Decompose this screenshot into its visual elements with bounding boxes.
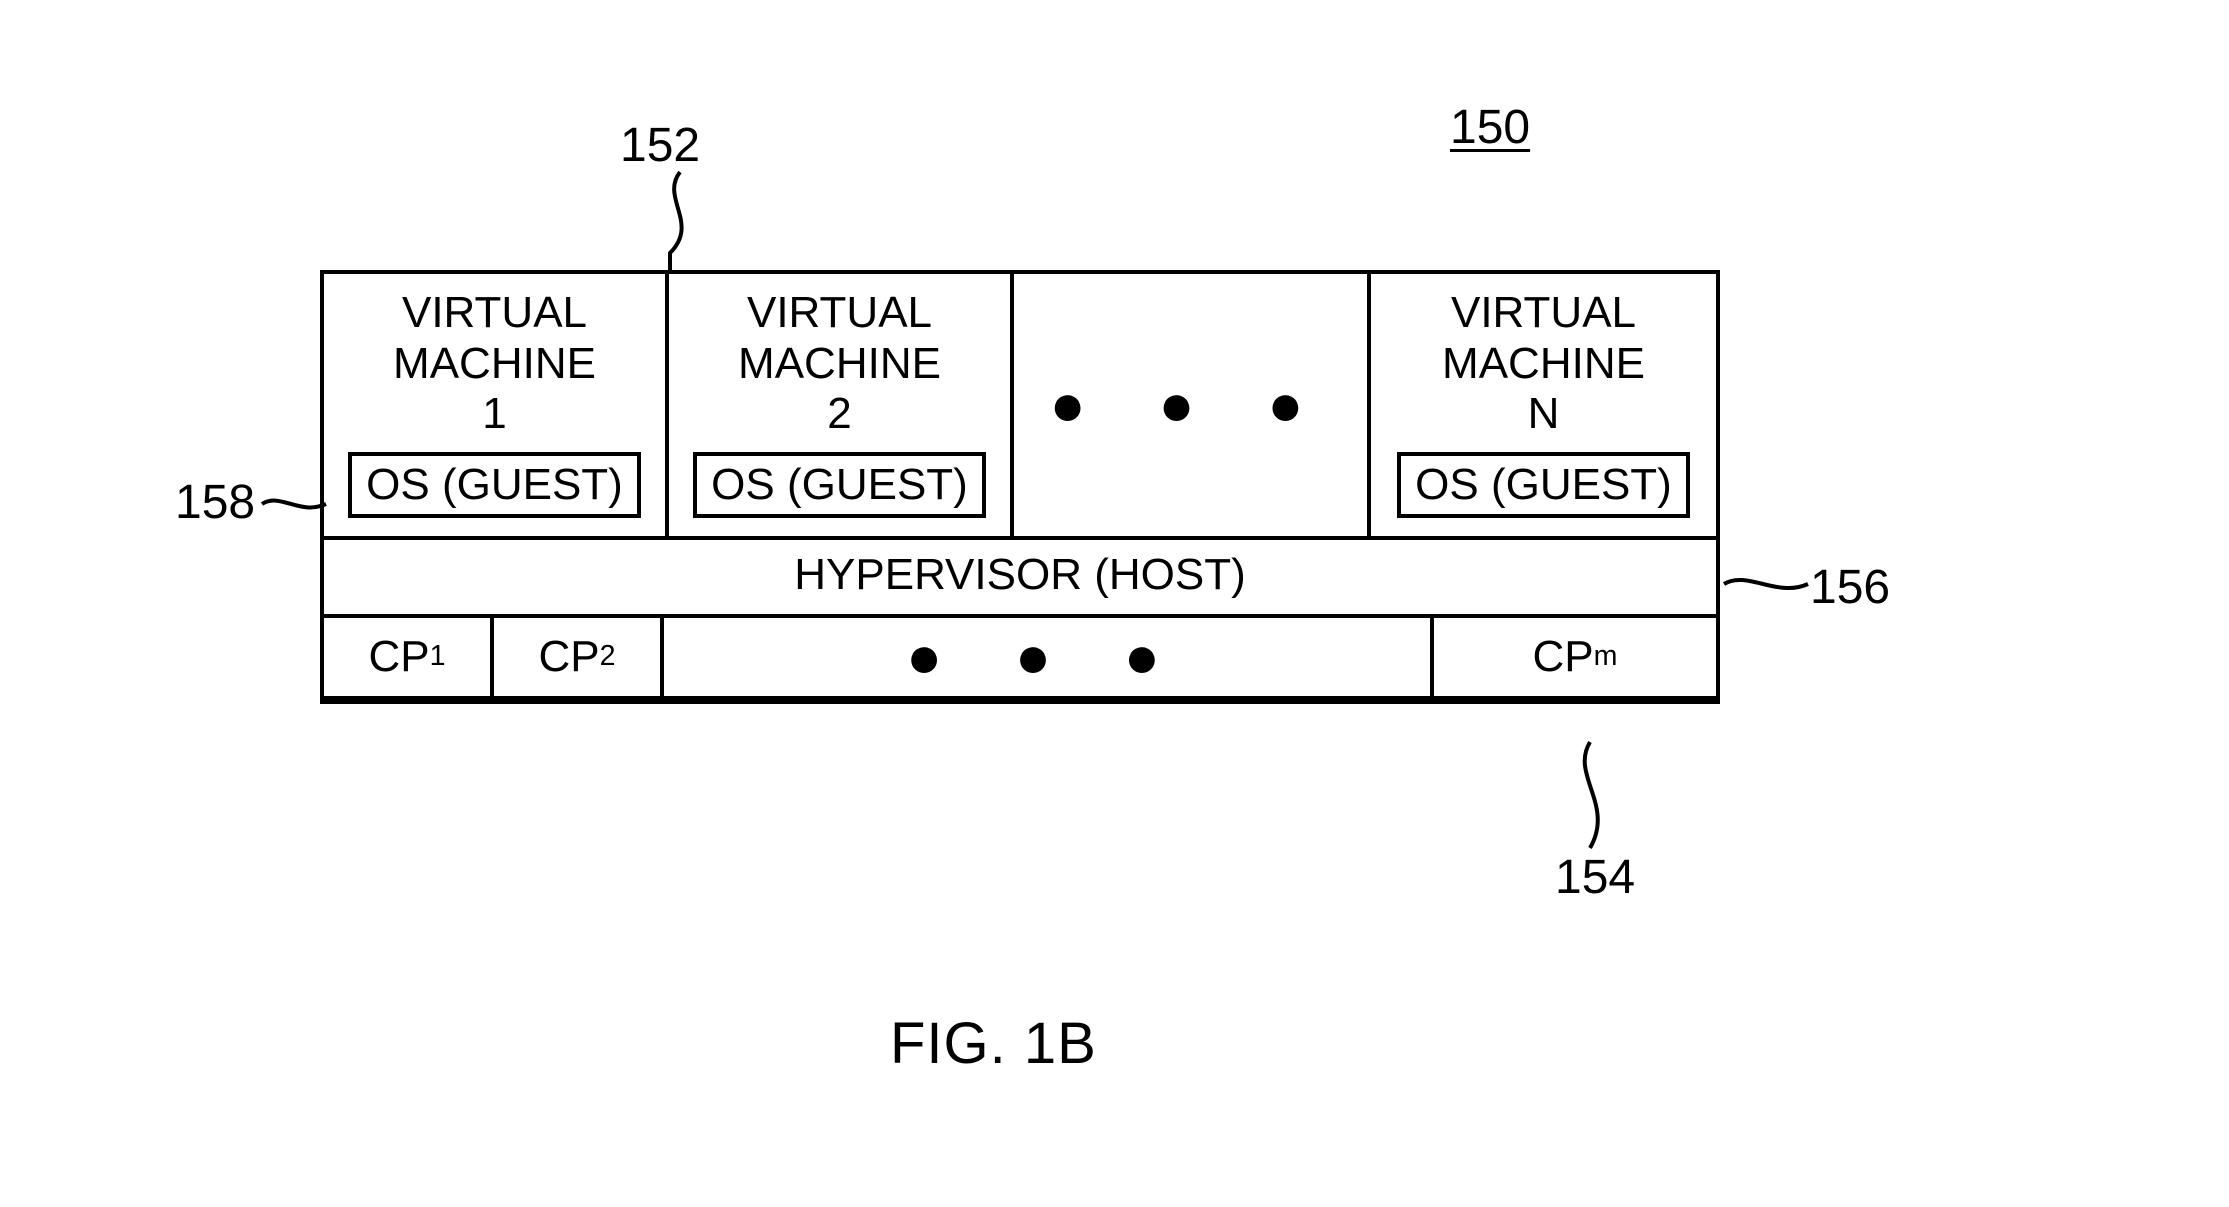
cp-cell-1: CP1 (324, 618, 494, 696)
vm-title-l2: MACHINE (738, 339, 941, 388)
ref-os-guest: 158 (175, 475, 255, 530)
vm-index: 1 (482, 389, 506, 438)
figure-canvas: 150 152 158 156 154 VIRTUAL MACHINE 1 OS… (0, 0, 2229, 1207)
vm-title-l1: VIRTUAL (402, 288, 587, 337)
lead-154 (1560, 740, 1620, 855)
ellipsis-dots: ● ● ● (906, 622, 1188, 691)
lead-152 (640, 168, 700, 278)
ref-vm-row: 152 (620, 118, 700, 173)
ellipsis-dots: ● ● ● (1049, 370, 1331, 439)
cp-sub: 2 (600, 640, 616, 673)
cp-cell-2: CP2 (494, 618, 664, 696)
cp-base: CP (368, 632, 429, 682)
vm-cell-n: VIRTUAL MACHINE N OS (GUEST) (1371, 274, 1716, 536)
vm-cell-1: VIRTUAL MACHINE 1 OS (GUEST) (324, 274, 669, 536)
vm-index: 2 (827, 389, 851, 438)
cp-ellipsis: ● ● ● (664, 618, 1434, 696)
ref-hypervisor: 156 (1810, 560, 1890, 615)
figure-caption: FIG. 1B (890, 1010, 1097, 1077)
vm-ellipsis: ● ● ● (1014, 274, 1371, 536)
vm-cell-2: VIRTUAL MACHINE 2 OS (GUEST) (669, 274, 1014, 536)
os-guest-box: OS (GUEST) (1397, 452, 1690, 518)
os-guest-box: OS (GUEST) (348, 452, 641, 518)
vm-index: N (1528, 389, 1560, 438)
vm-row: VIRTUAL MACHINE 1 OS (GUEST) VIRTUAL MAC… (324, 274, 1716, 536)
lead-156 (1722, 570, 1812, 600)
cp-cell-m: CPm (1434, 618, 1716, 696)
ref-figure: 150 (1450, 100, 1530, 155)
vm-title: VIRTUAL MACHINE N (1442, 288, 1645, 440)
vm-title-l1: VIRTUAL (747, 288, 932, 337)
vm-title-l2: MACHINE (1442, 339, 1645, 388)
hypervisor-row: HYPERVISOR (HOST) (324, 536, 1716, 614)
cp-sub: m (1594, 640, 1618, 673)
cp-row: CP1 CP2 ● ● ● CPm (324, 614, 1716, 696)
ref-cp-row: 154 (1555, 850, 1635, 905)
vm-title-l2: MACHINE (393, 339, 596, 388)
cp-base: CP (1533, 632, 1594, 682)
vm-title-l1: VIRTUAL (1451, 288, 1636, 337)
os-guest-box: OS (GUEST) (693, 452, 986, 518)
main-diagram: VIRTUAL MACHINE 1 OS (GUEST) VIRTUAL MAC… (320, 270, 1720, 704)
cp-base: CP (538, 632, 599, 682)
cp-sub: 1 (430, 640, 446, 673)
vm-title: VIRTUAL MACHINE 1 (393, 288, 596, 440)
vm-title: VIRTUAL MACHINE 2 (738, 288, 941, 440)
